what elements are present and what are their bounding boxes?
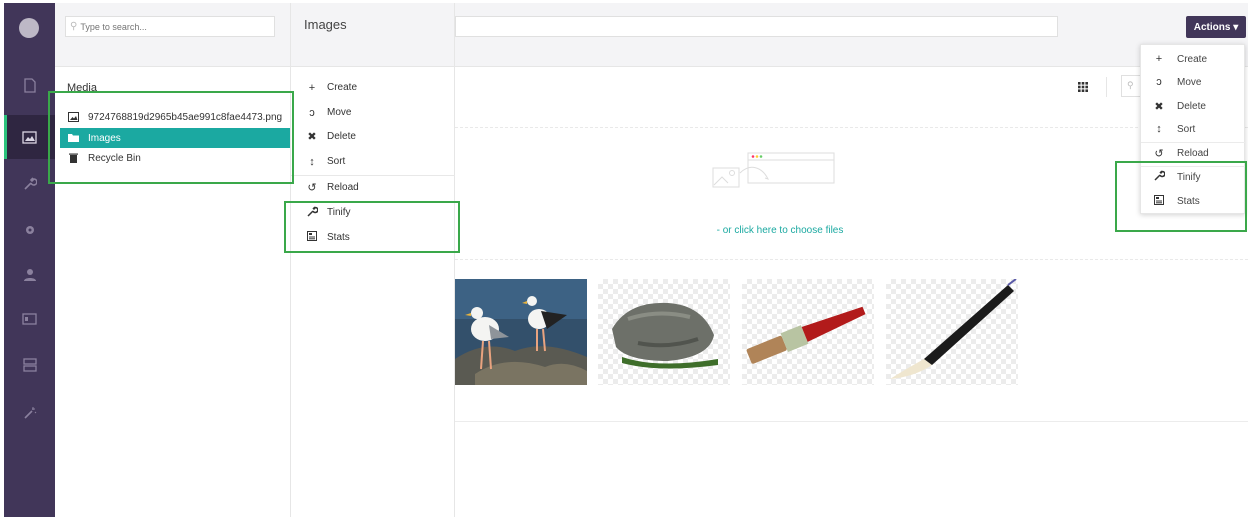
ctx-item-label: Delete [327,131,356,142]
content-section-icon[interactable] [4,63,55,107]
move-icon: ɔ [1156,76,1162,88]
action-reload[interactable]: ↺ Reload [1141,141,1246,165]
tree-node-label: Recycle Bin [88,152,141,164]
action-item-label: Reload [1177,147,1209,159]
plus-icon: + [308,81,316,94]
ctx-stats[interactable]: Stats [291,225,455,250]
wrench-icon [306,205,319,220]
action-move[interactable]: ɔ Move [1141,70,1246,94]
users-icon[interactable] [4,253,55,297]
tree-node-label: 9724768819d2965b45ae991c8fae4473.png [88,111,283,123]
actions-button[interactable]: Actions ▾ [1186,16,1246,38]
action-item-label: Delete [1177,100,1206,112]
ctx-item-label: Create [327,82,358,93]
tree-node-images[interactable]: Images [60,128,290,148]
ctx-move[interactable]: ɔ Move [291,100,455,125]
ctx-item-label: Stats [327,232,350,243]
context-menu-panel: Images + Create ɔ Move ✖ Delete ↕ Sort ↺… [291,3,455,517]
media-tree-panel: ⚲ Media 9724768819d2965b45ae991c8fae4473… [55,3,291,517]
sort-icon: ↕ [309,155,315,168]
media-thumb-paintbrush[interactable] [742,279,874,385]
reload-icon: ↺ [1154,147,1164,160]
grid-view-icon[interactable] [1078,82,1088,92]
media-thumb-rock[interactable] [598,279,730,385]
action-item-label: Sort [1177,123,1196,135]
media-thumb-seagulls[interactable] [455,279,587,385]
choose-files-link[interactable]: - or click here to choose files [455,225,1105,236]
folder-icon [68,133,79,143]
stats-icon [1153,194,1165,208]
context-menu-title: Images [291,3,454,67]
ctx-sort[interactable]: ↕ Sort [291,149,455,174]
ctx-item-label: Move [327,107,352,118]
tree-search-bar: ⚲ [55,3,290,67]
editor-header: Actions ▾ [455,3,1248,67]
forms-icon[interactable] [4,343,55,387]
members-icon[interactable] [4,297,55,341]
action-create[interactable]: + Create [1141,47,1246,71]
plus-icon: + [1155,53,1163,65]
action-item-label: Tinify [1177,171,1201,183]
media-section-icon[interactable] [4,115,55,159]
actions-dropdown-menu: + Create ɔ Move ✖ Delete ↕ Sort ↺ Reload… [1140,44,1246,214]
action-delete[interactable]: ✖ Delete [1141,94,1246,118]
tree-node-recycle-bin[interactable]: Recycle Bin [60,148,290,168]
gear-icon[interactable] [4,208,55,252]
settings-wrench-icon[interactable] [4,162,55,206]
action-item-label: Move [1177,76,1202,88]
tree-node-label: Images [88,132,121,144]
ctx-delete[interactable]: ✖ Delete [291,124,455,149]
media-main-area: Actions ▾ ⚲ - or click here to choose fi… [455,3,1248,517]
image-icon [68,112,79,122]
sort-icon: ↕ [1156,123,1162,135]
media-thumb-calligraphy-brush[interactable] [886,279,1018,385]
tree-root-label[interactable]: Media [67,82,97,94]
wrench-icon [1153,170,1166,184]
ctx-item-label: Tinify [327,207,351,218]
action-item-label: Stats [1177,195,1200,207]
action-sort[interactable]: ↕ Sort [1141,117,1246,141]
magic-wand-icon[interactable] [4,391,55,435]
search-icon: ⚲ [70,21,78,32]
avatar[interactable] [19,18,39,38]
grid-bottom-border [455,421,1248,422]
upload-dropzone-illustration[interactable] [710,151,840,201]
section-rail [4,3,55,517]
delete-icon: ✖ [1154,100,1164,113]
trash-icon [68,153,79,163]
reload-icon: ↺ [307,182,317,194]
tree-node-png-file[interactable]: 9724768819d2965b45ae991c8fae4473.png [60,107,290,127]
folder-name-input[interactable] [455,16,1058,37]
tree-search-input[interactable] [80,21,261,32]
dropzone-top-border [455,127,1248,128]
toolbar-divider [1106,77,1107,97]
move-icon: ɔ [309,106,315,119]
action-item-label: Create [1177,53,1208,65]
delete-icon: ✖ [307,131,317,143]
ctx-create[interactable]: + Create [291,75,455,100]
tree-search-field[interactable]: ⚲ [65,16,275,37]
ctx-item-label: Reload [327,182,359,193]
action-stats[interactable]: Stats [1141,189,1246,213]
dropzone-bottom-border [455,259,1248,260]
ctx-item-label: Sort [327,156,346,167]
ctx-tinify[interactable]: Tinify [291,200,455,225]
stats-icon [306,231,318,244]
ctx-reload[interactable]: ↺ Reload [291,175,455,200]
action-tinify[interactable]: Tinify [1141,165,1246,189]
